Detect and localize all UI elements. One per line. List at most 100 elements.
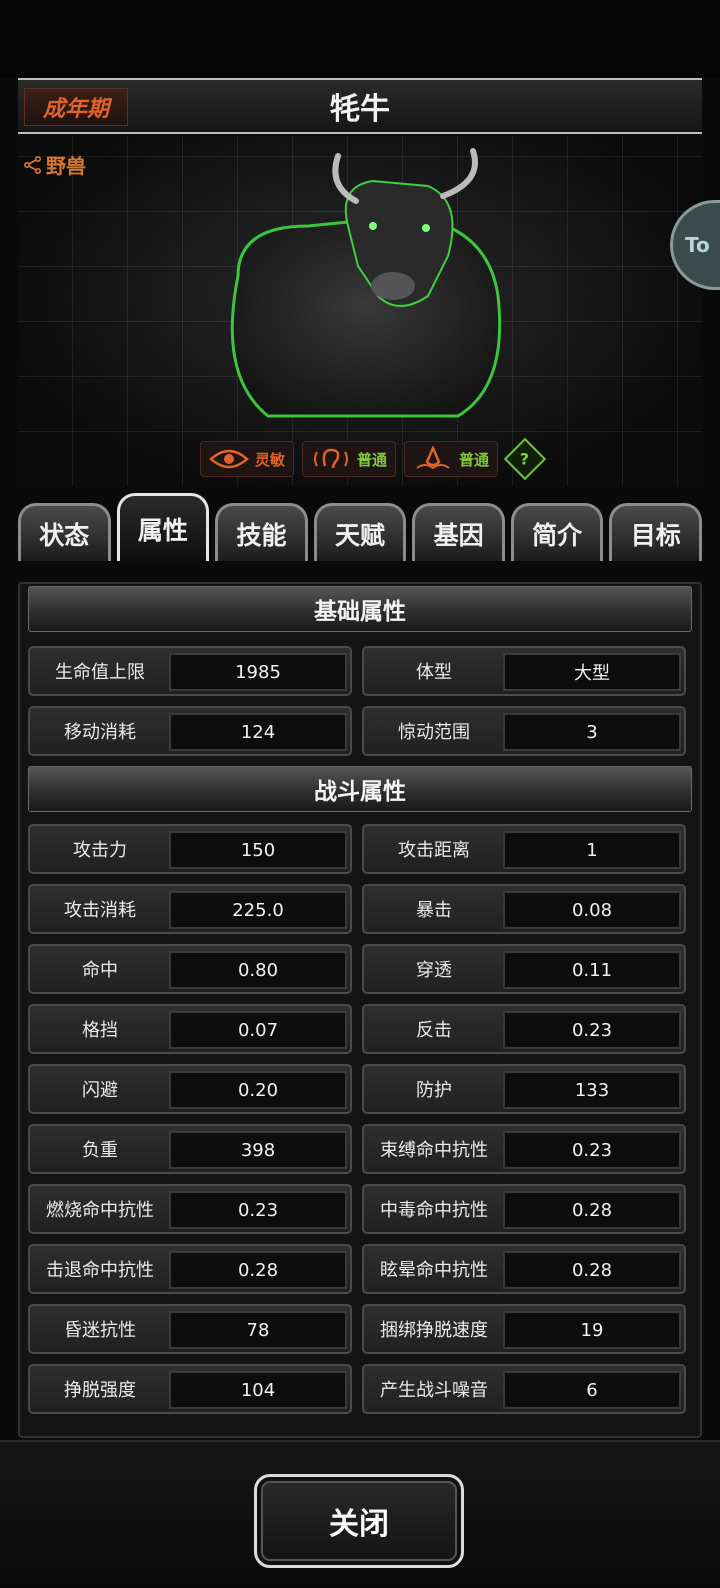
senses-row: 灵敏 普通 普通 ? xyxy=(200,437,547,481)
stat-value: 19 xyxy=(503,1311,681,1349)
tab-status[interactable]: 状态 xyxy=(18,503,111,561)
stat-row: 移动消耗 124 xyxy=(28,706,352,756)
sense-hearing-label: 普通 xyxy=(357,450,388,469)
stat-value: 0.23 xyxy=(503,1011,681,1049)
stat-row: 穿透 0.11 xyxy=(362,944,686,994)
stat-value: 3 xyxy=(503,713,681,751)
stat-row: 体型 大型 xyxy=(362,646,686,696)
stat-label: 移动消耗 xyxy=(64,722,136,743)
ear-icon xyxy=(314,448,349,469)
stat-row: 中毒命中抗性 0.28 xyxy=(362,1184,686,1234)
help-icon[interactable]: ? xyxy=(503,437,547,481)
stat-value: 0.28 xyxy=(169,1251,347,1289)
category-link[interactable]: 野兽 xyxy=(24,150,86,179)
title-bar: 成年期 牦牛 xyxy=(18,78,702,134)
stat-label: 燃烧命中抗性 xyxy=(46,1200,154,1221)
stat-row: 攻击消耗 225.0 xyxy=(28,884,352,934)
stat-value: 0.80 xyxy=(169,951,347,989)
tab-targets[interactable]: 目标 xyxy=(609,503,703,561)
attributes-panel: 基础属性 生命值上限 1985 体型 大型 移动消耗 124 惊动范围 3 战斗… xyxy=(18,582,702,1438)
stat-row: 负重 398 xyxy=(28,1124,352,1174)
creature-name: 牦牛 xyxy=(330,92,390,127)
tab-skills[interactable]: 技能 xyxy=(215,503,308,561)
creature-portrait: 野兽 xyxy=(18,136,702,486)
stat-label: 攻击力 xyxy=(73,840,127,861)
stat-label: 命中 xyxy=(82,960,118,981)
stat-value: 0.11 xyxy=(503,951,681,989)
sense-sight-label: 灵敏 xyxy=(255,450,286,469)
stat-value: 150 xyxy=(169,831,347,869)
tab-bar: 状态 属性 技能 天赋 基因 简介 目标 xyxy=(18,493,703,563)
stat-label: 中毒命中抗性 xyxy=(380,1200,488,1221)
stat-row: 惊动范围 3 xyxy=(362,706,686,756)
stat-label: 体型 xyxy=(416,662,452,683)
stat-row: 生命值上限 1985 xyxy=(28,646,352,696)
stat-row: 反击 0.23 xyxy=(362,1004,686,1054)
stat-value: 0.23 xyxy=(169,1191,347,1229)
stat-row: 产生战斗噪音 6 xyxy=(362,1364,686,1414)
stat-row: 束缚命中抗性 0.23 xyxy=(362,1124,686,1174)
stat-value: 1985 xyxy=(169,653,347,691)
share-icon xyxy=(24,155,41,174)
stat-label: 闪避 xyxy=(82,1080,118,1101)
stat-row: 捆绑挣脱速度 19 xyxy=(362,1304,686,1354)
stat-value: 0.23 xyxy=(503,1131,681,1169)
category-label: 野兽 xyxy=(46,154,86,178)
stat-label: 惊动范围 xyxy=(398,722,470,743)
stat-value: 124 xyxy=(169,713,347,751)
stat-label: 负重 xyxy=(82,1140,118,1161)
stat-value: 大型 xyxy=(503,653,681,691)
stat-value: 0.07 xyxy=(169,1011,347,1049)
stat-label: 挣脱强度 xyxy=(64,1380,136,1401)
stat-value: 398 xyxy=(169,1131,347,1169)
stat-row: 挣脱强度 104 xyxy=(28,1364,352,1414)
stat-row: 攻击力 150 xyxy=(28,824,352,874)
sense-sight[interactable]: 灵敏 xyxy=(200,441,295,477)
stat-value: 1 xyxy=(503,831,681,869)
stat-row: 暴击 0.08 xyxy=(362,884,686,934)
top-bar xyxy=(0,0,720,78)
stat-row: 格挡 0.07 xyxy=(28,1004,352,1054)
close-button[interactable]: 关闭 xyxy=(254,1474,464,1568)
stat-label: 击退命中抗性 xyxy=(46,1260,154,1281)
sense-smell[interactable]: 普通 xyxy=(404,441,499,477)
stat-label: 攻击距离 xyxy=(398,840,470,861)
sense-hearing[interactable]: 普通 xyxy=(302,441,397,477)
stat-value: 104 xyxy=(169,1371,347,1409)
stat-row: 攻击距离 1 xyxy=(362,824,686,874)
yak-image xyxy=(230,148,502,418)
stat-label: 反击 xyxy=(416,1020,452,1041)
stat-value: 0.28 xyxy=(503,1251,681,1289)
basic-attributes-header: 基础属性 xyxy=(28,586,692,632)
stat-value: 78 xyxy=(169,1311,347,1349)
stat-row: 击退命中抗性 0.28 xyxy=(28,1244,352,1294)
stat-label: 生命值上限 xyxy=(55,662,145,683)
stat-row: 防护 133 xyxy=(362,1064,686,1114)
stat-row: 昏迷抗性 78 xyxy=(28,1304,352,1354)
tab-intro[interactable]: 简介 xyxy=(510,503,604,561)
sense-smell-label: 普通 xyxy=(459,450,490,469)
stat-row: 眩晕命中抗性 0.28 xyxy=(362,1244,686,1294)
stat-value: 133 xyxy=(503,1071,681,1109)
tab-genes[interactable]: 基因 xyxy=(412,503,505,561)
stat-value: 0.08 xyxy=(503,891,681,929)
stat-label: 产生战斗噪音 xyxy=(380,1380,488,1401)
side-toggle-label: To xyxy=(685,233,710,257)
stat-row: 燃烧命中抗性 0.23 xyxy=(28,1184,352,1234)
stat-value: 0.20 xyxy=(169,1071,347,1109)
tab-attributes[interactable]: 属性 xyxy=(116,493,210,561)
stat-label: 攻击消耗 xyxy=(64,900,136,921)
stat-label: 束缚命中抗性 xyxy=(380,1140,488,1161)
stat-label: 防护 xyxy=(416,1080,452,1101)
combat-attributes-header: 战斗属性 xyxy=(28,766,692,812)
growth-stage-badge: 成年期 xyxy=(24,88,128,126)
stat-value: 225.0 xyxy=(169,891,347,929)
tab-talents[interactable]: 天赋 xyxy=(313,503,407,561)
stat-value: 6 xyxy=(503,1371,681,1409)
stat-label: 昏迷抗性 xyxy=(64,1320,136,1341)
nose-icon xyxy=(416,446,450,470)
eye-icon xyxy=(209,449,249,469)
stat-label: 捆绑挣脱速度 xyxy=(380,1320,488,1341)
stat-label: 眩晕命中抗性 xyxy=(380,1260,488,1281)
stat-label: 格挡 xyxy=(82,1020,118,1041)
